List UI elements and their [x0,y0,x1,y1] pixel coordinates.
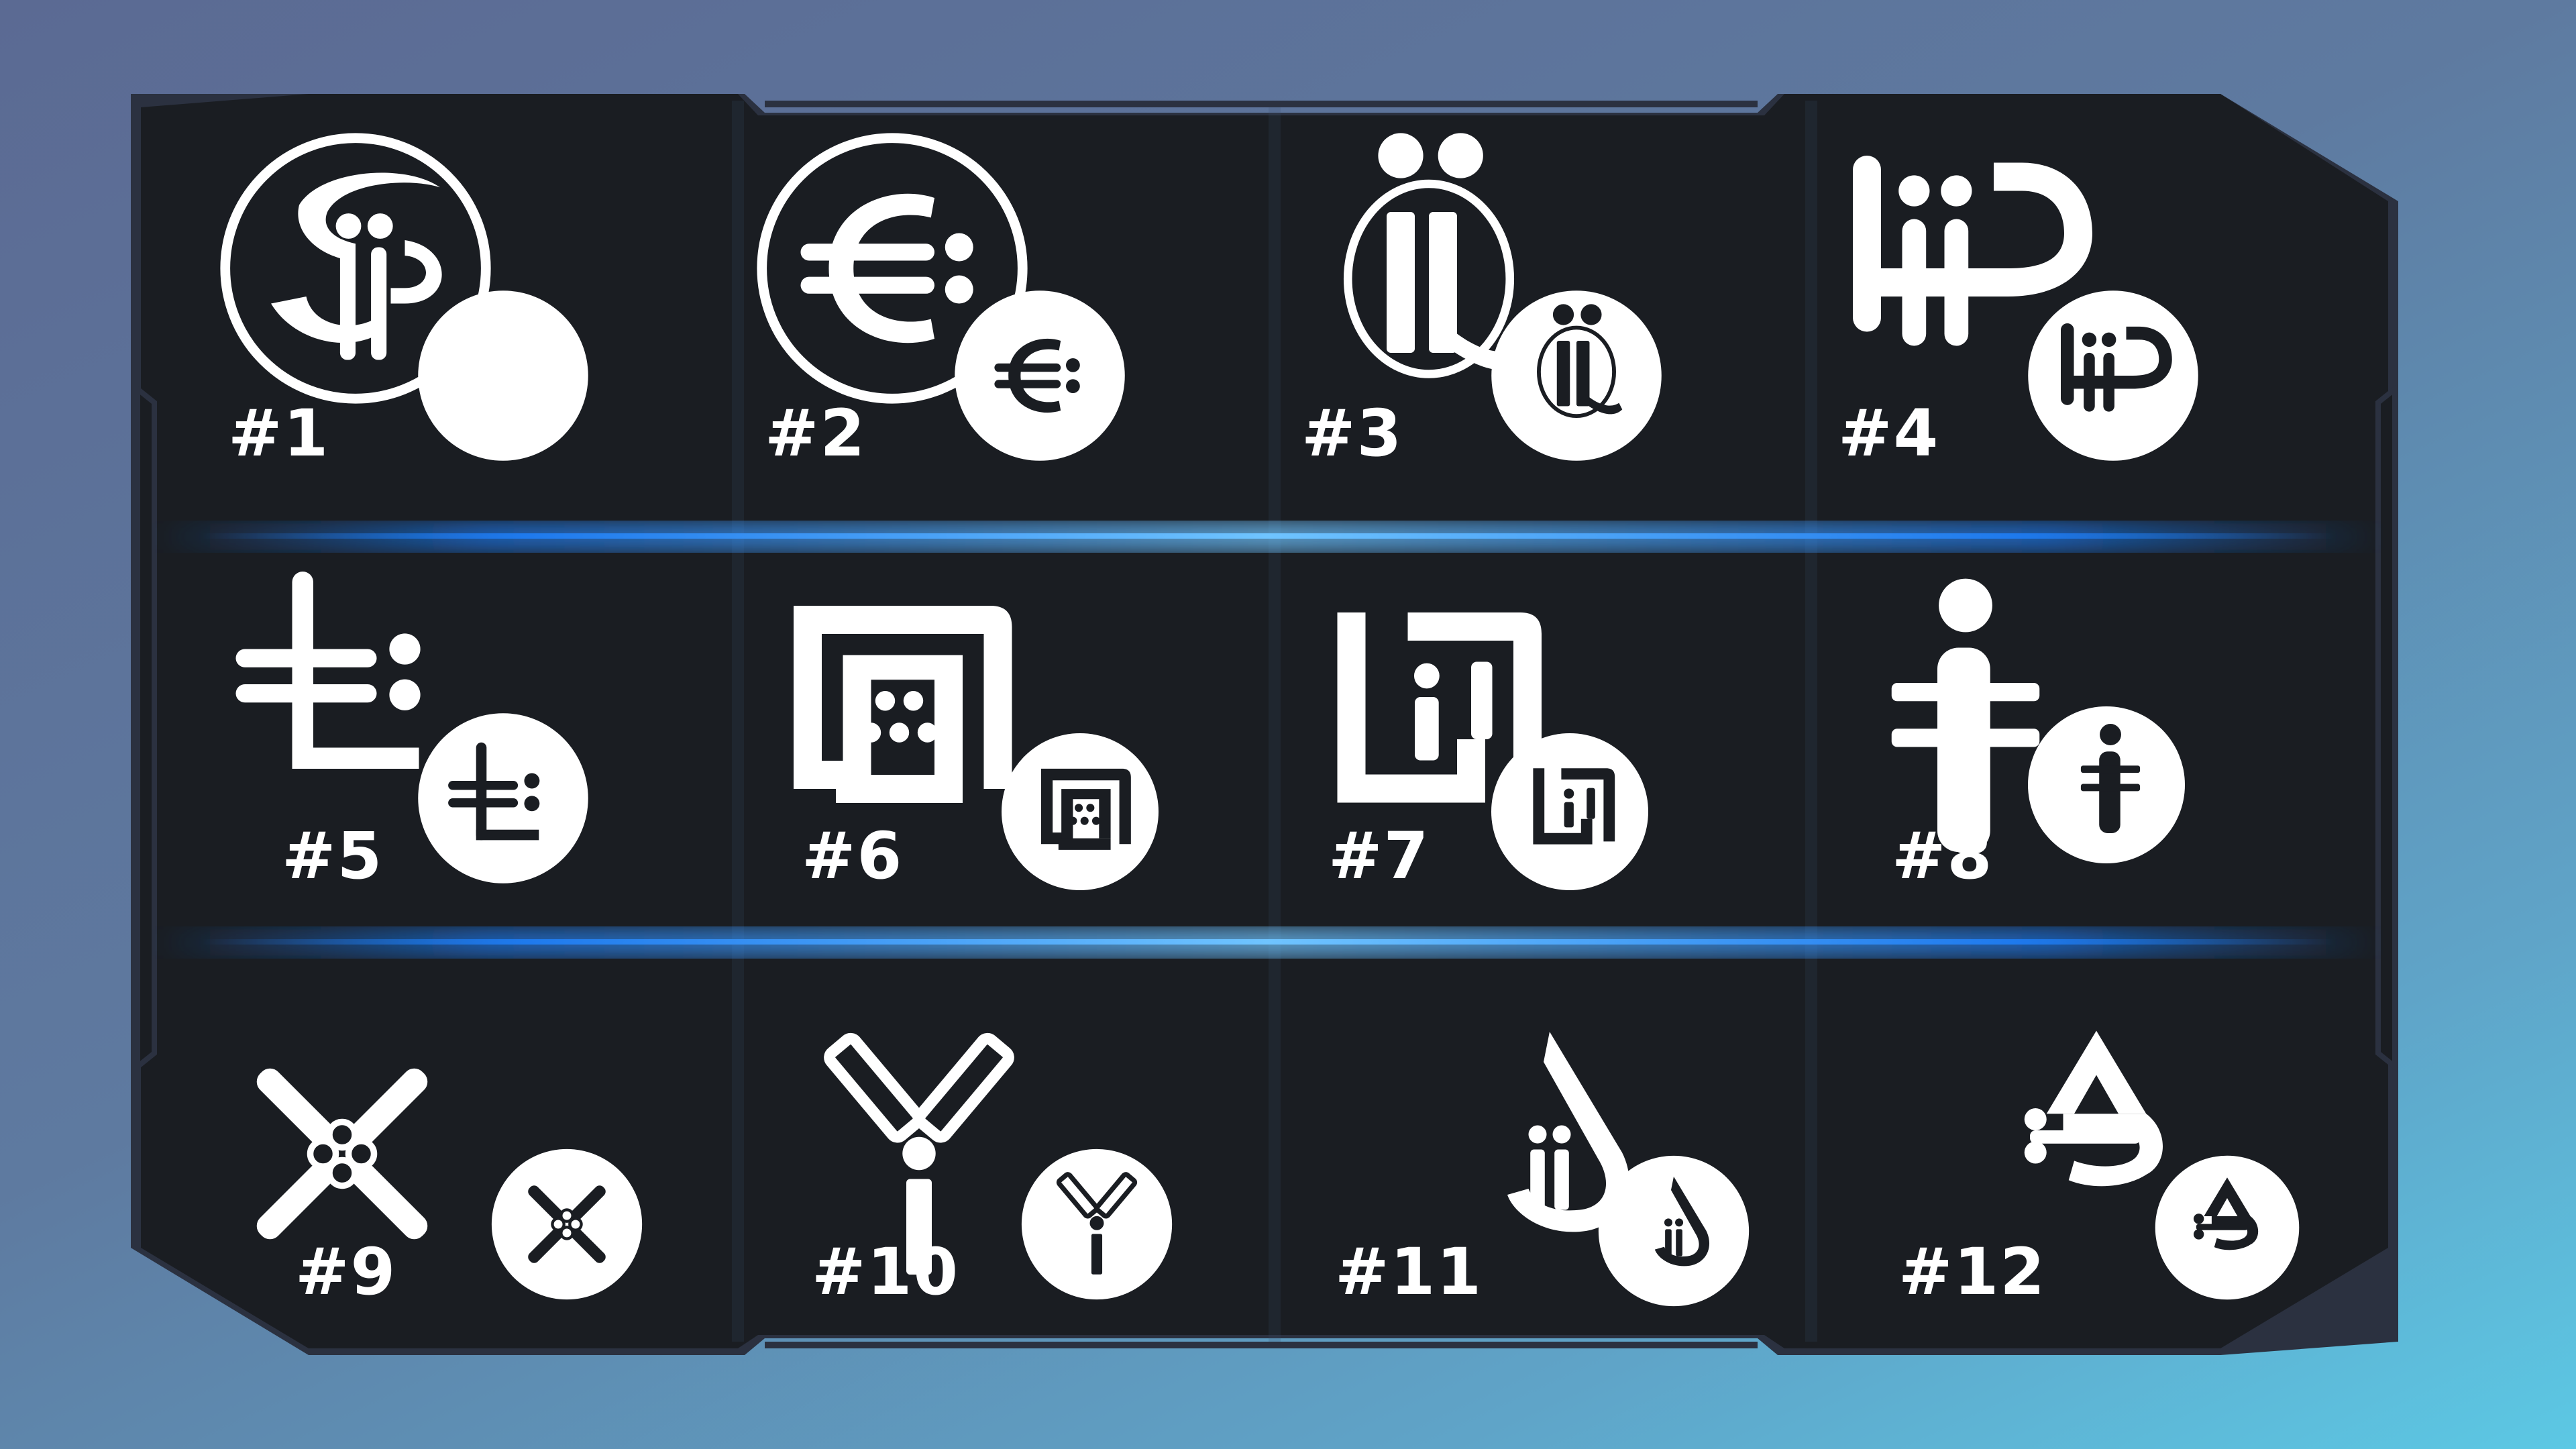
drop-ij-glyph-badge-icon [1598,1155,1750,1307]
tile-3[interactable]: #3 [1228,127,1731,503]
tile-number: #10 [812,1234,960,1309]
tile-4[interactable]: #4 [1764,127,2267,503]
tile-2[interactable]: #2 [691,127,1194,503]
interlocked-m-monogram-icon [794,606,1012,803]
tile-6[interactable]: #6 [691,530,1194,906]
iid-monogram-badge-icon [2028,290,2198,461]
tile-8[interactable]: #8 [1764,530,2267,906]
interlocked-m-monogram-badge-icon [1002,733,1159,890]
framed-i-monogram-badge-icon [1491,733,1648,890]
tile-12[interactable]: #12 [1764,953,2300,1328]
tile-11[interactable]: #11 [1228,953,1750,1328]
euro-colon-monogram-badge-icon [955,290,1125,461]
tile-number: #5 [282,818,384,894]
tile-number: #6 [802,818,904,894]
barred-i-glyph-badge-icon [2028,706,2185,863]
triangle-three-glyph-badge-icon [2155,1155,2300,1300]
crossed-swords-badge-icon [491,1148,643,1300]
tile-number: #4 [1838,396,1940,471]
tile-5[interactable]: #5 [154,530,657,906]
tile-10[interactable]: #10 [691,953,1194,1328]
tile-7[interactable]: #7 [1228,530,1731,906]
tile-number: #12 [1898,1234,2047,1309]
tile-9[interactable]: #9 [154,953,657,1328]
glow-line-bottom [154,929,2381,956]
y-antibody-glyph-badge-icon [1021,1148,1173,1300]
tile-number: #8 [1892,818,1994,894]
tile-number: #7 [1328,818,1430,894]
umlaut-q-monogram-badge-icon [1491,290,1662,461]
tile-number: #9 [295,1234,397,1309]
tile-number: #11 [1335,1234,1483,1309]
tile-1[interactable]: #1 [154,127,657,503]
dollar-ij-monogram-badge-icon [418,290,588,461]
tile-number: #1 [228,396,330,471]
tile-number: #3 [1301,396,1403,471]
tile-number: #2 [765,396,867,471]
hook-colon-glyph-badge-icon [418,713,588,883]
